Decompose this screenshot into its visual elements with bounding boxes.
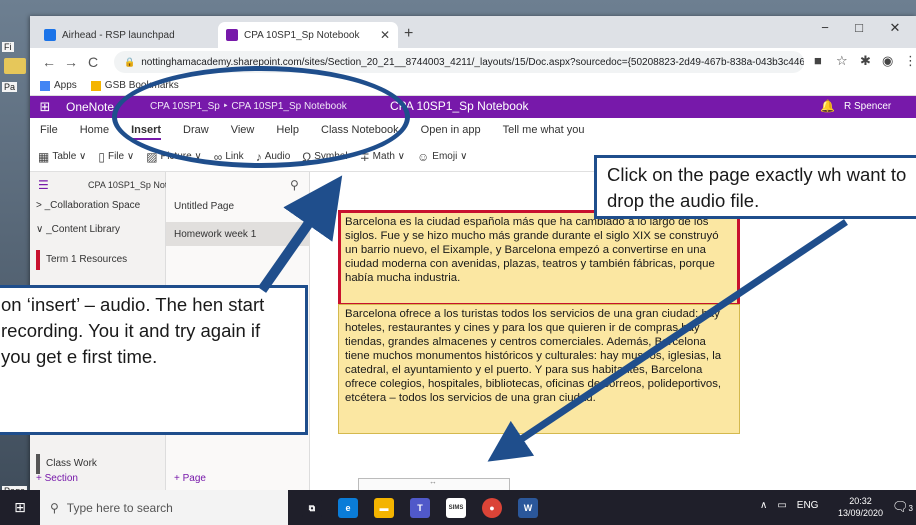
audio-drop-target[interactable]: ↔ [358,477,510,490]
section-color-tab [36,454,40,474]
clock-date: 13/09/2020 [838,508,884,518]
close-window-button[interactable]: ✕ [880,20,910,36]
app-launcher-icon[interactable]: ⊞ [30,99,60,115]
user-name[interactable]: R Spencer [844,101,891,112]
airhead-favicon-icon [44,29,56,41]
section-content-library[interactable]: ∨ _Content Library [36,224,120,235]
start-windows-icon[interactable]: ⊞ [0,499,40,516]
browser-toolbar: ← → C 🔒 nottinghamacademy.sharepoint.com… [30,48,916,76]
notification-center-icon[interactable]: 🗨3 [892,499,913,515]
taskbar-clock[interactable]: 20:32 13/09/2020 [838,495,883,519]
note-paragraph[interactable]: Barcelona ofrece a los turistas todos lo… [338,304,740,434]
search-icon: ⚲ [50,500,59,515]
teams-icon[interactable]: T [410,498,430,518]
instruction-callout-left: on ‘insert’ – audio. The hen start recor… [0,285,308,435]
tab-strip: Airhead - RSP launchpad CPA 10SP1_Sp Not… [30,16,916,48]
minimize-button[interactable]: − [810,20,840,35]
resize-handle-icon[interactable]: ↔ [429,477,437,486]
bookmark-label: Apps [54,80,77,91]
instruction-callout-right: Click on the page exactly wh want to dro… [594,155,916,219]
add-page-button[interactable]: + Page [174,473,206,484]
note-paragraph-highlighted[interactable]: Barcelona es la ciudad española más que … [338,210,740,306]
desktop-folder-icon[interactable] [4,58,26,74]
taskbar-search-box[interactable]: ⚲ Type here to search [40,490,288,525]
table-icon: ▦ [38,149,50,164]
section-color-tab [36,250,40,270]
section-class-work[interactable]: Class Work [46,458,97,469]
table-button[interactable]: ▦ Table ∨ [38,150,86,164]
browser-tab-airhead[interactable]: Airhead - RSP launchpad [36,22,216,48]
section-collaboration-space[interactable]: > _Collaboration Space [36,200,140,211]
button-label: File ∨ [107,151,135,162]
windows-taskbar: ⊞ ⚲ Type here to search ⧉ e ▬ T SIMS ● W… [0,490,916,525]
clock-time: 20:32 [849,496,872,506]
reload-button[interactable]: C [82,54,104,70]
edge-icon[interactable]: e [338,498,358,518]
profile-icon[interactable]: ◉ [882,53,893,69]
chevron-up-icon[interactable]: ∧ [760,500,767,511]
maximize-button[interactable]: □ [844,20,874,35]
section-term-1-resources[interactable]: Term 1 Resources [46,254,127,265]
battery-icon[interactable]: ▭ [777,500,786,511]
file-icon: ▯ [98,149,105,164]
browser-tab-onenote[interactable]: CPA 10SP1_Sp Notebook ✕ [218,22,398,48]
desktop-label: Pa [2,82,18,92]
folder-icon [90,80,101,91]
system-tray: ∧ ▭ ENG [760,500,818,511]
page-canvas[interactable]: Barcelona es la ciudad española más que … [310,172,916,490]
app-name[interactable]: OneNote [66,100,114,114]
button-label: Math ∨ [372,151,406,162]
lock-icon: 🔒 [124,56,136,67]
button-label: Table ∨ [52,151,87,162]
tab-title: CPA 10SP1_Sp Notebook [244,29,360,41]
onenote-favicon-icon [226,29,238,41]
emoji-icon: ☺ [417,149,430,164]
tell-me-search[interactable]: Tell me what you [503,124,585,136]
task-view-icon[interactable]: ⧉ [302,498,322,518]
tab-file[interactable]: File [40,124,58,136]
word-icon[interactable]: W [518,498,538,518]
bookmark-star-icon[interactable]: ☆ [836,53,848,69]
new-tab-button[interactable]: + [404,25,413,43]
page-label: Untitled Page [174,200,235,212]
file-button[interactable]: ▯ File ∨ [98,150,134,164]
add-section-button[interactable]: + Section [36,473,78,484]
chrome-icon[interactable]: ● [482,498,502,518]
back-button[interactable]: ← [38,54,60,70]
extensions-icon[interactable]: ✱ [860,53,871,69]
cast-icon[interactable]: ■ [814,53,822,68]
notification-bell-icon[interactable]: 🔔 [820,99,835,113]
page-item-untitled[interactable]: Untitled Page [166,194,310,218]
hamburger-icon[interactable]: ☰ [38,178,49,192]
bookmark-apps[interactable]: Apps [40,80,77,91]
highlight-oval [112,66,410,168]
desktop-label: Fi [2,42,14,52]
emoji-button[interactable]: ☺ Emoji ∨ [417,150,467,164]
forward-button[interactable]: → [60,54,82,70]
open-in-app-button[interactable]: Open in app [421,124,481,136]
tab-title: Airhead - RSP launchpad [62,29,175,41]
close-tab-icon[interactable]: ✕ [380,28,390,42]
page-label: Homework week 1 [174,228,257,240]
menu-kebab-icon[interactable]: ⋮ [904,53,916,69]
search-icon[interactable]: ⚲ [290,178,299,192]
apps-grid-icon [40,80,50,91]
tab-home[interactable]: Home [80,124,109,136]
notification-count: 3 [908,504,913,513]
search-placeholder: Type here to search [66,500,173,515]
file-explorer-icon[interactable]: ▬ [374,498,394,518]
page-item-homework-week-1[interactable]: Homework week 1 [166,222,310,246]
button-label: Emoji ∨ [432,151,468,162]
sims-icon[interactable]: SIMS [446,498,466,518]
notebook-title: CPA 10SP1_Sp Notebook [390,99,529,113]
language-indicator[interactable]: ENG [797,500,819,511]
